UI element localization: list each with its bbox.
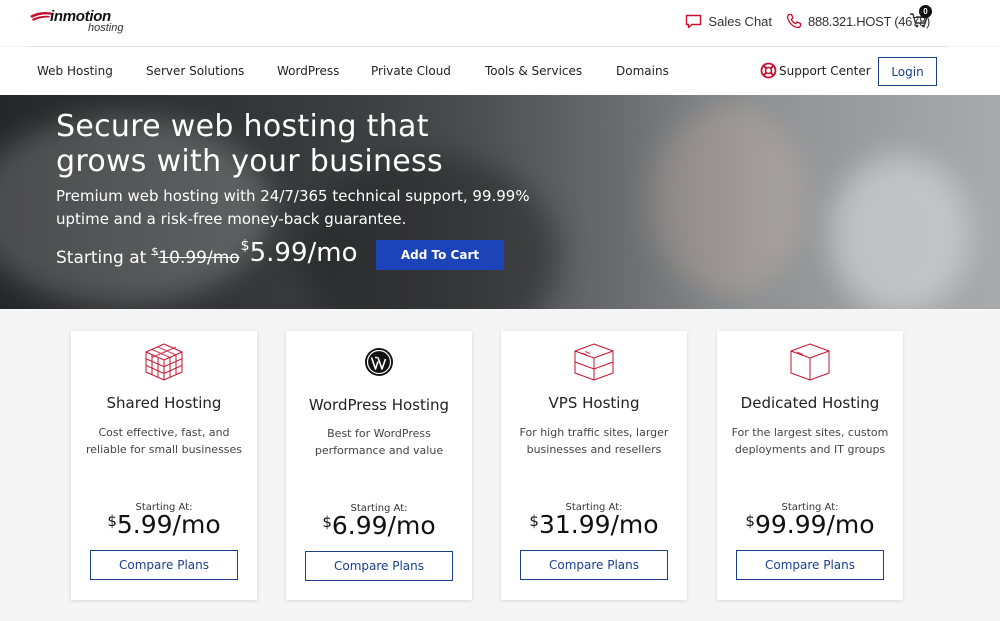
nav-item-server-solutions[interactable]: Server Solutions	[146, 64, 244, 78]
nav-item-wordpress[interactable]: WordPress	[277, 64, 339, 78]
inmotion-logo[interactable]: inmotion hosting	[30, 8, 140, 36]
starting-at-label: Starting at	[56, 248, 147, 268]
support-center-link[interactable]: Support Center	[760, 62, 871, 79]
currency-symbol: $	[322, 513, 332, 531]
compare-plans-button[interactable]: Compare Plans	[520, 550, 668, 580]
nav-item-domains[interactable]: Domains	[616, 64, 669, 78]
new-price: $5.99/mo	[241, 238, 358, 268]
nav-item-private-cloud[interactable]: Private Cloud	[371, 64, 451, 78]
hero-subtitle-line: uptime and a risk-free money-back guaran…	[56, 210, 407, 228]
plan-description: Cost effective, fast, and reliable for s…	[85, 426, 243, 456]
plan-title: VPS Hosting	[548, 394, 640, 412]
compare-plans-button[interactable]: Compare Plans	[305, 551, 453, 581]
hero-title: Secure web hosting that grows with your …	[56, 109, 516, 179]
new-price-value: 5.99/mo	[249, 238, 358, 268]
server-stack-icon	[574, 343, 614, 381]
nav-item-web-hosting[interactable]: Web Hosting	[37, 64, 113, 78]
currency-symbol: $	[151, 245, 159, 258]
compare-plans-button[interactable]: Compare Plans	[736, 550, 884, 580]
compare-plans-button[interactable]: Compare Plans	[90, 550, 238, 580]
currency-symbol: $	[240, 238, 250, 254]
hero-title-line: Secure web hosting that	[56, 109, 429, 144]
login-button[interactable]: Login	[878, 57, 937, 86]
plan-card-vps: VPS Hosting For high traffic sites, larg…	[501, 331, 687, 600]
phone-icon	[786, 13, 802, 29]
nav-item-tools-services[interactable]: Tools & Services	[485, 64, 582, 78]
plan-title: WordPress Hosting	[308, 396, 450, 414]
currency-symbol: $	[529, 512, 539, 530]
main-nav: Web Hosting Server Solutions WordPress P…	[0, 47, 1000, 95]
sales-chat-link[interactable]: Sales Chat	[685, 14, 772, 29]
plan-description: For the largest sites, custom deployment…	[731, 426, 889, 456]
support-center-label: Support Center	[779, 63, 871, 78]
plan-title: Dedicated Hosting	[740, 394, 880, 412]
currency-symbol: $	[745, 512, 755, 530]
cart-count-badge: 0	[919, 5, 932, 18]
chat-bubble-icon	[686, 14, 702, 28]
hero-subtitle-line: Premium web hosting with 24/7/365 techni…	[56, 187, 530, 205]
plan-price-value: 5.99/mo	[116, 510, 221, 539]
old-price-value: 10.99/mo	[158, 248, 240, 268]
old-price: $10.99/mo	[151, 245, 240, 268]
hero-title-line: grows with your business	[56, 144, 443, 179]
sales-chat-label: Sales Chat	[708, 13, 773, 29]
hero-subtitle: Premium web hosting with 24/7/365 techni…	[56, 185, 556, 231]
plan-price: $99.99/mo	[717, 510, 903, 539]
plan-description: For high traffic sites, larger businesse…	[519, 426, 669, 456]
top-bar: inmotion hosting Sales Chat 888.321.HOST…	[0, 0, 1000, 47]
lifebuoy-icon	[760, 62, 777, 79]
add-to-cart-button[interactable]: Add To Cart	[376, 240, 504, 270]
plan-price-value: 99.99/mo	[754, 510, 875, 539]
plan-price-value: 31.99/mo	[538, 510, 659, 539]
logo-subtext: hosting	[88, 22, 124, 34]
top-links: Sales Chat 888.321.HOST (4678)	[671, 11, 930, 31]
hero-price: Starting at $10.99/mo $5.99/mo	[56, 238, 357, 268]
plan-price: $6.99/mo	[286, 511, 472, 540]
plan-price-value: 6.99/mo	[331, 511, 436, 540]
hero-banner: Secure web hosting that grows with your …	[0, 95, 1000, 309]
cube-icon	[790, 343, 830, 381]
plan-price: $31.99/mo	[501, 510, 687, 539]
cube-grid-icon	[145, 343, 183, 381]
cart-button[interactable]: 0	[908, 5, 932, 30]
plan-description: Best for WordPress performance and value	[314, 427, 444, 457]
plan-title: Shared Hosting	[106, 394, 222, 412]
currency-symbol: $	[107, 512, 117, 530]
wordpress-icon	[365, 348, 393, 376]
plan-price: $5.99/mo	[71, 510, 257, 539]
plan-card-dedicated: Dedicated Hosting For the largest sites,…	[717, 331, 903, 600]
plan-card-shared: Shared Hosting Cost effective, fast, and…	[71, 331, 257, 600]
plan-card-wordpress: WordPress Hosting Best for WordPress per…	[286, 331, 472, 600]
